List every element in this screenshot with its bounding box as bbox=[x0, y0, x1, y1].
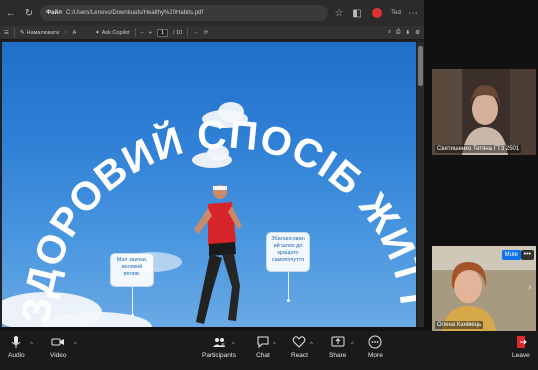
search-icon[interactable]: ⌕ bbox=[388, 29, 391, 36]
pdf-scrollbar[interactable] bbox=[417, 42, 424, 327]
more-icon bbox=[368, 335, 382, 349]
file-label: Файл bbox=[46, 10, 62, 16]
react-options-chevron-icon[interactable]: ^ bbox=[310, 342, 313, 348]
copilot-icon: ✦ bbox=[95, 29, 100, 36]
more-label: More bbox=[368, 352, 383, 359]
menu-icon[interactable]: ⋯ bbox=[406, 6, 420, 20]
leave-icon bbox=[516, 336, 527, 348]
refresh-icon[interactable]: ↻ bbox=[22, 6, 36, 20]
divider bbox=[13, 28, 15, 37]
erase-icon[interactable]: ◌ bbox=[64, 30, 67, 36]
mute-button[interactable]: Mute bbox=[501, 250, 521, 260]
heart-icon bbox=[293, 336, 306, 348]
react-label: React bbox=[291, 352, 308, 359]
video-options-chevron-icon[interactable]: ^ bbox=[74, 342, 77, 348]
callout-left: Мал звички, великий вплив. bbox=[110, 253, 154, 287]
print-icon[interactable]: ⎙ bbox=[396, 29, 400, 36]
copilot-label: Ask Copilot bbox=[101, 29, 130, 36]
share-label: Share bbox=[329, 352, 347, 359]
url-text: C:/Users/Lenovo/Downloads/Healthy%20Habi… bbox=[65, 10, 204, 16]
chat-options-chevron-icon[interactable]: ^ bbox=[273, 342, 276, 348]
text-icon[interactable]: A bbox=[72, 30, 76, 36]
svg-text:ЗДОРОВИЙ СПОСІБ ЖИТТЯ: ЗДОРОВИЙ СПОСІБ ЖИТТЯ bbox=[2, 42, 416, 325]
fit-icon[interactable]: ⇔ bbox=[193, 30, 199, 36]
microphone-icon bbox=[11, 336, 21, 348]
more-button[interactable]: More bbox=[368, 335, 383, 359]
contents-icon[interactable]: ☰ bbox=[4, 30, 9, 36]
copilot-button[interactable]: ✦ Ask Copilot bbox=[95, 30, 129, 36]
video-label: Video bbox=[50, 352, 67, 359]
pen-icon: ✎ bbox=[19, 29, 25, 36]
callout-right-text: Збалансован ий шлях до кращого самопочут… bbox=[271, 236, 305, 263]
star-icon[interactable]: ☆ bbox=[332, 6, 346, 20]
scrollbar-thumb[interactable] bbox=[418, 46, 423, 86]
address-bar[interactable]: Файл C:/Users/Lenovo/Downloads/Healthy%2… bbox=[40, 5, 328, 21]
settings-icon[interactable]: ⚙ bbox=[415, 30, 420, 36]
participant-tile[interactable]: Mute ••• Олена Канівець bbox=[432, 246, 536, 331]
callout-line bbox=[132, 287, 133, 315]
share-options-chevron-icon[interactable]: ^ bbox=[351, 342, 354, 348]
chevron-right-icon[interactable]: › bbox=[528, 282, 531, 293]
page-number-input[interactable]: 1 bbox=[156, 28, 169, 37]
rotate-icon[interactable]: ⟳ bbox=[204, 30, 209, 36]
pdf-toolbar: ☰ ✎ Намалювати ◌ A ✦ Ask Copilot − + 1 / 1… bbox=[0, 26, 424, 40]
participants-count: 5 bbox=[222, 343, 226, 349]
video-button[interactable]: Video bbox=[50, 335, 67, 359]
extensions-icon[interactable]: ◧ bbox=[350, 6, 364, 20]
audio-options-chevron-icon[interactable]: ^ bbox=[30, 342, 33, 348]
participant-video bbox=[432, 69, 536, 155]
pdf-page: ЗДОРОВИЙ СПОСІБ ЖИТТЯ Мал звички, велики… bbox=[2, 42, 416, 327]
back-icon[interactable]: ← bbox=[4, 6, 18, 20]
divider bbox=[134, 28, 136, 37]
callout-dot bbox=[287, 299, 290, 302]
callout-right: Збалансован ий шлях до кращого самопочут… bbox=[266, 232, 310, 272]
participant-tile[interactable]: Святишенко Тетяна ГТЗ 2501 bbox=[432, 69, 536, 155]
callout-dot bbox=[131, 314, 134, 317]
page-total: / 10 bbox=[173, 29, 183, 36]
audio-label: Audio bbox=[8, 352, 25, 359]
participant-more-button[interactable]: ••• bbox=[520, 250, 534, 260]
profile-name: Ted bbox=[391, 10, 401, 16]
zoom-in-icon[interactable]: + bbox=[149, 30, 152, 36]
chat-label: Chat bbox=[256, 352, 270, 359]
divider bbox=[187, 28, 189, 37]
callout-line bbox=[288, 272, 289, 300]
chat-icon bbox=[257, 336, 269, 349]
participants-options-chevron-icon[interactable]: ^ bbox=[232, 342, 235, 348]
participants-label: Participants bbox=[202, 352, 236, 359]
profile-avatar[interactable] bbox=[368, 6, 386, 20]
leave-button[interactable]: Leave bbox=[512, 335, 530, 359]
react-button[interactable]: React bbox=[291, 335, 308, 359]
browser-titlebar: ← ↻ Файл C:/Users/Lenovo/Downloads/Healt… bbox=[0, 0, 424, 26]
arc-title: ЗДОРОВИЙ СПОСІБ ЖИТТЯ bbox=[2, 42, 416, 325]
save-icon[interactable]: ⬇ bbox=[405, 30, 410, 36]
callout-left-text: Мал звички, великий вплив. bbox=[116, 257, 148, 277]
participant-name: Олена Канівець bbox=[435, 321, 484, 329]
camera-icon bbox=[51, 338, 65, 346]
share-screen-icon bbox=[331, 336, 345, 347]
participants-button[interactable]: Participants bbox=[202, 335, 236, 359]
participant-name: Святишенко Тетяна ГТЗ 2501 bbox=[435, 145, 522, 153]
arc-title-text: ЗДОРОВИЙ СПОСІБ ЖИТТЯ bbox=[2, 42, 416, 325]
shared-screen: ← ↻ Файл C:/Users/Lenovo/Downloads/Healt… bbox=[0, 0, 424, 327]
leave-label: Leave bbox=[512, 352, 530, 359]
audio-button[interactable]: Audio bbox=[8, 335, 25, 359]
share-button[interactable]: Share bbox=[329, 335, 346, 359]
draw-button[interactable]: ✎ Намалювати bbox=[20, 30, 59, 36]
draw-label: Намалювати bbox=[26, 29, 60, 36]
chat-button[interactable]: Chat bbox=[256, 335, 270, 359]
zoom-out-icon[interactable]: − bbox=[141, 30, 144, 36]
